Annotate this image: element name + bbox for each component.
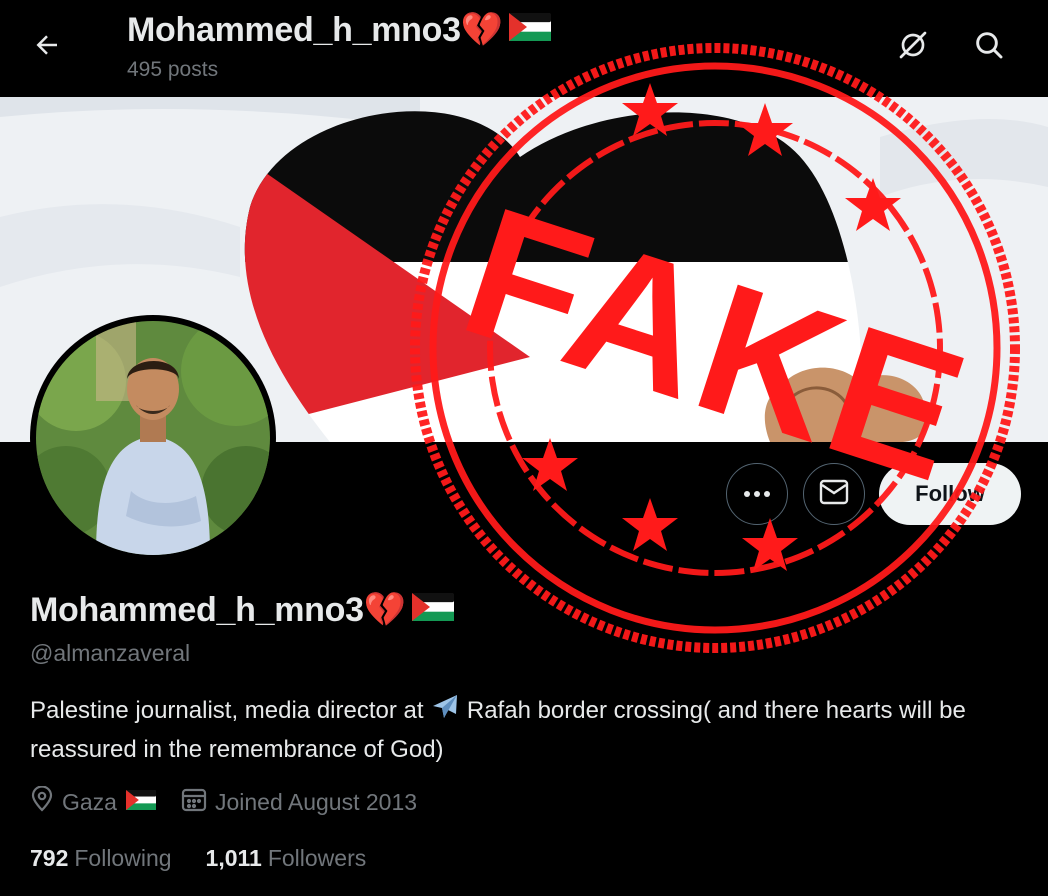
following-label: Following — [74, 845, 172, 871]
avatar[interactable] — [30, 315, 276, 561]
header-title-block: Mohammed_h_mno3💔 495 posts — [127, 10, 551, 82]
palestine-flag-icon — [411, 591, 454, 630]
location-pin-icon — [30, 785, 54, 818]
header-title: Mohammed_h_mno3💔 — [127, 10, 551, 50]
more-dots-icon — [743, 485, 771, 503]
profile-meta: Gaza Joined August 2013 — [30, 785, 441, 818]
followers-label: Followers — [267, 845, 367, 871]
top-bar: Mohammed_h_mno3💔 495 posts — [0, 0, 1048, 96]
palestine-flag-icon — [508, 11, 551, 50]
profile-bio: Palestine journalist, media director at … — [30, 692, 1020, 767]
profile-handle: @almanzaveral — [30, 640, 191, 666]
avatar-photo — [36, 321, 270, 555]
followers-link[interactable]: 1,011 Followers — [206, 845, 367, 872]
posts-count: 495 posts — [127, 58, 219, 81]
following-link[interactable]: 792 Following — [30, 845, 172, 872]
joined-item: Joined August 2013 — [181, 786, 417, 818]
more-options-button[interactable] — [726, 463, 788, 525]
grok-icon — [897, 29, 929, 66]
follow-button[interactable]: Follow — [879, 463, 1021, 525]
grok-button[interactable] — [890, 24, 936, 70]
search-icon — [973, 29, 1005, 66]
location-item: Gaza — [30, 785, 157, 818]
following-count: 792 — [30, 845, 69, 871]
profile-display-name: Mohammed_h_mno3💔 — [30, 590, 454, 630]
profile-stats: 792 Following 1,011 Followers — [30, 845, 366, 872]
envelope-icon — [819, 479, 849, 510]
calendar-icon — [181, 786, 207, 818]
palestine-flag-icon — [125, 789, 157, 816]
airplane-icon — [430, 692, 460, 732]
followers-count: 1,011 — [205, 845, 262, 871]
message-button[interactable] — [803, 463, 865, 525]
back-button[interactable] — [26, 26, 68, 68]
arrow-left-icon — [32, 30, 62, 65]
search-button[interactable] — [966, 24, 1012, 70]
